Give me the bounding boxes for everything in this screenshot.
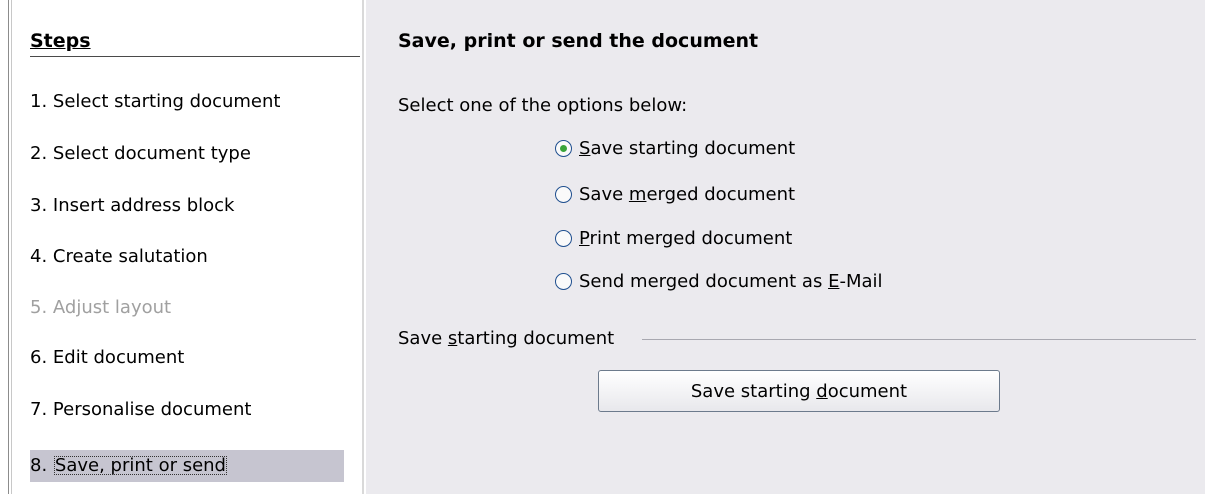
- step-number: 7.: [30, 399, 48, 420]
- options-intro: Select one of the options below:: [398, 95, 688, 116]
- step-number: 3.: [30, 195, 48, 216]
- option-text: Send merged document as: [579, 271, 829, 292]
- step-number: 1.: [30, 91, 48, 112]
- step-2[interactable]: 2. Select document type: [30, 138, 259, 170]
- window-frame-edge: [8, 0, 12, 494]
- option-text: ave starting document: [590, 138, 796, 159]
- option-mnemonic: P: [579, 228, 590, 249]
- group-label-text: Save: [398, 328, 448, 349]
- button-text: ocument: [827, 381, 908, 402]
- step-6[interactable]: 6. Edit document: [30, 342, 192, 374]
- group-label-mnemonic: s: [447, 328, 458, 349]
- step-label: Save, print or send: [53, 455, 227, 476]
- button-text: Save starting: [690, 381, 817, 402]
- option-text: -Mail: [839, 271, 883, 292]
- radio-icon[interactable]: [555, 230, 572, 247]
- step-number: 2.: [30, 143, 48, 164]
- step-7[interactable]: 7. Personalise document: [30, 394, 259, 426]
- step-label: Adjust layout: [52, 297, 172, 318]
- option-mnemonic: E: [828, 271, 840, 292]
- option-text: rint merged document: [589, 228, 793, 249]
- group-label-save-starting-document: Save starting document: [398, 328, 614, 349]
- option-mnemonic: m: [628, 184, 647, 205]
- step-label: Select document type: [52, 143, 251, 164]
- step-number: 5.: [30, 297, 48, 318]
- option-save-starting-document[interactable]: Save starting document: [555, 135, 795, 163]
- option-text: Save: [579, 184, 629, 205]
- step-number: 8.: [30, 455, 48, 476]
- save-starting-document-button[interactable]: Save starting document: [598, 370, 1000, 412]
- group-divider: [642, 339, 1196, 340]
- steps-divider: [30, 56, 360, 57]
- step-3[interactable]: 3. Insert address block: [30, 190, 242, 222]
- option-send-merged-document-email[interactable]: Send merged document as E-Mail: [555, 268, 883, 296]
- group-label-text: tarting document: [457, 328, 615, 349]
- step-5: 5. Adjust layout: [30, 292, 179, 324]
- button-mnemonic: d: [816, 381, 828, 402]
- step-8[interactable]: 8. Save, print or send: [30, 450, 344, 482]
- step-4[interactable]: 4. Create salutation: [30, 241, 216, 273]
- step-label: Select starting document: [52, 91, 281, 112]
- option-save-merged-document[interactable]: Save merged document: [555, 181, 795, 209]
- option-mnemonic: S: [579, 138, 591, 159]
- step-label: Create salutation: [52, 246, 208, 267]
- steps-title: Steps: [30, 30, 91, 52]
- option-print-merged-document[interactable]: Print merged document: [555, 225, 792, 253]
- radio-icon[interactable]: [555, 273, 572, 290]
- page-title: Save, print or send the document: [398, 30, 759, 52]
- option-text: erged document: [646, 184, 796, 205]
- step-label: Personalise document: [52, 399, 252, 420]
- step-1[interactable]: 1. Select starting document: [30, 86, 288, 118]
- steps-sidebar: Steps 1. Select starting document 2. Sel…: [14, 0, 364, 494]
- step-label: Insert address block: [52, 195, 235, 216]
- radio-selected-icon[interactable]: [555, 140, 572, 157]
- radio-icon[interactable]: [555, 186, 572, 203]
- main-panel: Save, print or send the document Select …: [366, 0, 1205, 494]
- step-label: Edit document: [52, 347, 185, 368]
- step-number: 6.: [30, 347, 48, 368]
- step-number: 4.: [30, 246, 48, 267]
